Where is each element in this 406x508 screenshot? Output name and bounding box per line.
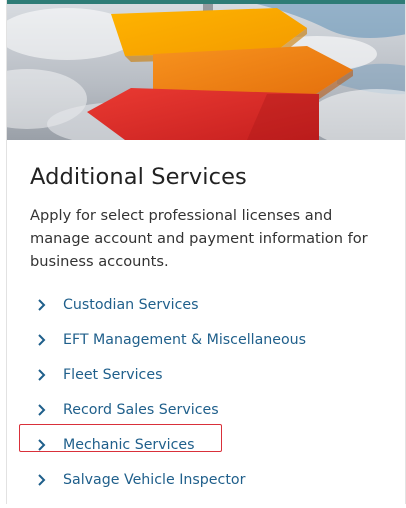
link-label: Salvage Vehicle Inspector bbox=[63, 471, 246, 488]
link-label: Record Sales Services bbox=[63, 401, 219, 418]
chevron-right-icon bbox=[38, 438, 46, 451]
link-label: EFT Management & Miscellaneous bbox=[63, 331, 307, 348]
services-link-list: Custodian Services EFT Management & Misc… bbox=[7, 287, 405, 497]
link-label: Fleet Services bbox=[63, 366, 163, 383]
link-eft-management[interactable]: EFT Management & Miscellaneous bbox=[7, 322, 405, 357]
link-label: Custodian Services bbox=[63, 296, 199, 313]
signpost-arrows-image bbox=[7, 4, 405, 140]
link-fleet-services[interactable]: Fleet Services bbox=[7, 357, 405, 392]
link-custodian-services[interactable]: Custodian Services bbox=[7, 287, 405, 322]
chevron-right-icon bbox=[38, 368, 46, 381]
link-salvage-vehicle-inspector[interactable]: Salvage Vehicle Inspector bbox=[7, 462, 405, 497]
card-title: Additional Services bbox=[30, 164, 247, 190]
chevron-right-icon bbox=[38, 333, 46, 346]
link-record-sales-services[interactable]: Record Sales Services bbox=[7, 392, 405, 427]
hero-image bbox=[7, 4, 405, 140]
link-mechanic-services[interactable]: Mechanic Services bbox=[7, 427, 405, 462]
card-description: Apply for select professional licenses a… bbox=[30, 207, 368, 270]
link-label: Mechanic Services bbox=[63, 436, 195, 453]
chevron-right-icon bbox=[38, 473, 46, 486]
chevron-right-icon bbox=[38, 403, 46, 416]
additional-services-card: Additional Services Apply for select pro… bbox=[6, 0, 406, 504]
chevron-right-icon bbox=[38, 298, 46, 311]
